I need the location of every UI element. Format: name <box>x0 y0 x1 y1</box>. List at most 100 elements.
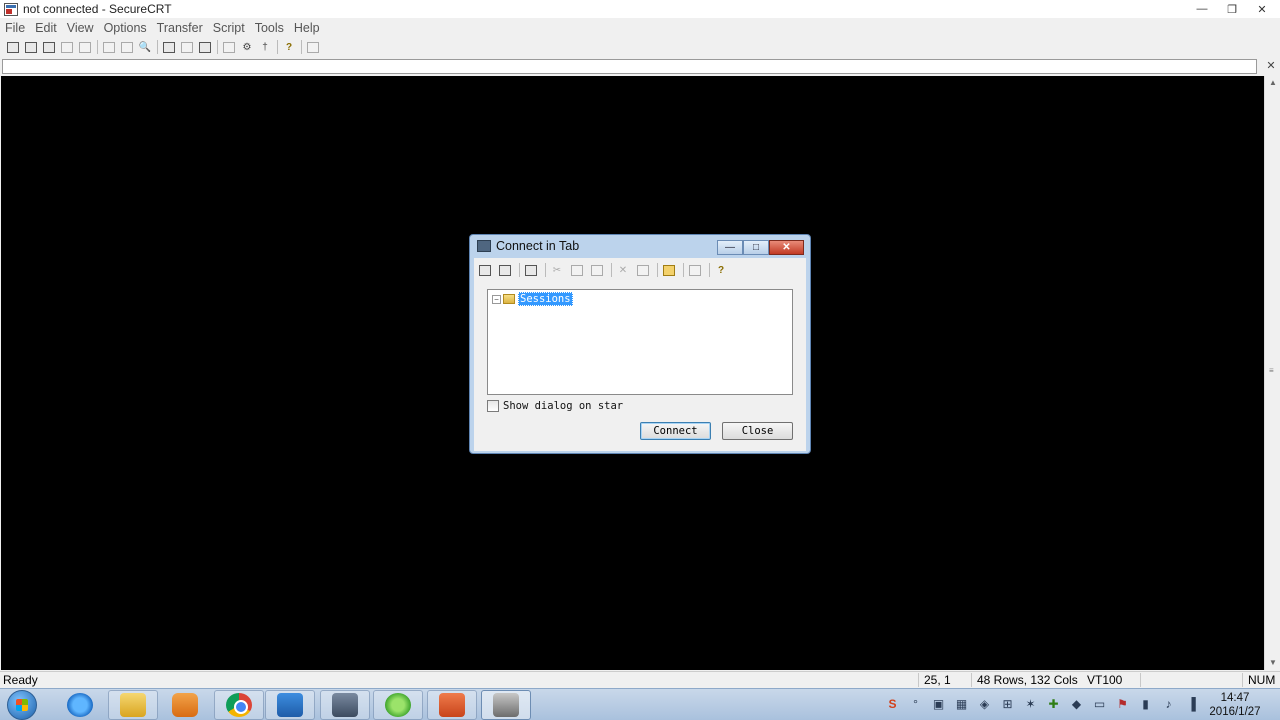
display-icon[interactable]: ▭ <box>1091 695 1108 712</box>
browser-icon[interactable] <box>373 690 423 720</box>
menu-edit[interactable]: Edit <box>35 21 57 35</box>
print-selection-icon[interactable] <box>180 41 194 54</box>
system-tray: S ° ▣ ▦ ◈ ⊞ ✶ ✚ ◆ ▭ ⚑ ▮ ♪ ▐ <box>884 695 1200 712</box>
status-terminal-type: VT100 <box>1087 673 1123 687</box>
properties-icon[interactable] <box>636 264 650 277</box>
toolbar-separator <box>545 263 546 277</box>
close-button[interactable]: ✕ <box>1248 1 1276 17</box>
command-input[interactable] <box>2 59 1257 74</box>
delete-icon[interactable]: ✕ <box>616 264 630 277</box>
quick-connect-icon[interactable] <box>498 264 512 277</box>
tree-item-sessions[interactable]: − Sessions <box>492 292 573 306</box>
action-center-icon[interactable]: ⚑ <box>1114 695 1131 712</box>
show-dialog-checkbox[interactable] <box>487 400 499 412</box>
dialog-close-button[interactable]: ✕ <box>769 240 804 255</box>
tray-pin-icon[interactable]: ° <box>907 695 924 712</box>
toolbar-separator <box>277 40 278 54</box>
session-tree[interactable]: − Sessions <box>487 289 793 395</box>
system-clock[interactable]: 14:47 2016/1/27 <box>1200 691 1270 719</box>
show-dialog-option[interactable]: Show dialog on star <box>487 400 623 412</box>
bluetooth-icon[interactable]: ✶ <box>1022 695 1039 712</box>
tray-app-icon[interactable]: ▣ <box>930 695 947 712</box>
toolbar-separator <box>301 40 302 54</box>
scroll-down-icon[interactable]: ▼ <box>1268 658 1278 668</box>
internet-explorer-icon[interactable] <box>55 690 105 720</box>
dialog-toolbar: ✂ ✕ ? <box>478 261 734 279</box>
menu-help[interactable]: Help <box>294 21 320 35</box>
menu-file[interactable]: File <box>5 21 25 35</box>
sftp-icon[interactable] <box>306 41 320 54</box>
find-icon[interactable]: 🔍 <box>138 41 152 54</box>
connect-icon[interactable] <box>6 41 20 54</box>
scroll-thumb-grip-icon[interactable]: ≡ <box>1269 366 1277 375</box>
show-dialog-checkbox-label[interactable]: Show dialog on star <box>503 400 623 412</box>
connect-icon[interactable] <box>478 264 492 277</box>
new-session-icon[interactable] <box>524 264 538 277</box>
input-method-icon[interactable]: S <box>884 695 901 712</box>
paste-icon[interactable] <box>120 41 134 54</box>
connect-in-tab-dialog: Connect in Tab ― □ ✕ ✂ ✕ ? − Sessions Sh… <box>469 234 811 454</box>
antivirus-icon[interactable]: ◆ <box>1068 695 1085 712</box>
help-icon[interactable]: ? <box>714 264 728 277</box>
global-options-icon[interactable]: ⚙ <box>240 41 254 54</box>
toolbar-separator <box>709 263 710 277</box>
tray-plus-icon[interactable]: ✚ <box>1045 695 1062 712</box>
wifi-signal-icon[interactable]: ▐ <box>1183 695 1200 712</box>
chrome-icon[interactable] <box>214 690 264 720</box>
tree-item-label[interactable]: Sessions <box>518 292 573 306</box>
outlook-icon[interactable] <box>265 690 315 720</box>
print-setup-icon[interactable] <box>198 41 212 54</box>
dialog-maximize-button[interactable]: □ <box>743 240 769 255</box>
session-options-icon[interactable] <box>222 41 236 54</box>
power-icon[interactable]: ▮ <box>1137 695 1154 712</box>
menu-tools[interactable]: Tools <box>255 21 284 35</box>
new-folder-icon[interactable] <box>662 264 676 277</box>
securecrt-icon[interactable] <box>481 690 531 720</box>
paste-icon[interactable] <box>590 264 604 277</box>
collapse-icon[interactable]: − <box>492 294 501 304</box>
security-shield-icon[interactable]: ◈ <box>976 695 993 712</box>
keymap-icon[interactable]: † <box>258 41 272 54</box>
menu-script[interactable]: Script <box>213 21 245 35</box>
media-player-icon[interactable] <box>160 690 210 720</box>
menu-options[interactable]: Options <box>104 21 147 35</box>
window-controls: ― ❐ ✕ <box>1188 1 1276 17</box>
menu-transfer[interactable]: Transfer <box>157 21 203 35</box>
connect-in-tab-icon[interactable] <box>42 41 56 54</box>
dialog-window-controls: ― □ ✕ <box>717 240 804 255</box>
help-icon[interactable]: ? <box>282 41 296 54</box>
cut-icon[interactable]: ✂ <box>550 264 564 277</box>
disconnect-icon[interactable] <box>78 41 92 54</box>
close-command-bar-icon[interactable]: ✕ <box>1265 60 1277 72</box>
file-explorer-icon[interactable] <box>108 690 158 720</box>
restore-button[interactable]: ❐ <box>1218 1 1246 17</box>
menu-bar: File Edit View Options Transfer Script T… <box>0 18 1280 37</box>
toolbar-separator <box>217 40 218 54</box>
menu-view[interactable]: View <box>67 21 94 35</box>
vertical-scrollbar[interactable]: ▲ ≡ ▼ <box>1264 76 1280 670</box>
reconnect-icon[interactable] <box>60 41 74 54</box>
dialog-minimize-button[interactable]: ― <box>717 240 743 255</box>
toolbar-separator <box>683 263 684 277</box>
scroll-up-icon[interactable]: ▲ <box>1268 78 1278 88</box>
print-icon[interactable] <box>162 41 176 54</box>
command-bar: ✕ <box>0 58 1280 75</box>
desktop-shortcut-icon[interactable] <box>688 264 702 277</box>
securecrt-app-icon[interactable] <box>4 2 18 16</box>
toolbar-separator <box>519 263 520 277</box>
volume-muted-icon[interactable]: ♪ <box>1160 695 1177 712</box>
copy-icon[interactable] <box>570 264 584 277</box>
minimize-button[interactable]: ― <box>1188 1 1216 17</box>
copy-icon[interactable] <box>102 41 116 54</box>
connect-button[interactable]: Connect <box>640 422 711 440</box>
status-num-lock: NUM <box>1248 673 1276 687</box>
close-dialog-button[interactable]: Close <box>722 422 793 440</box>
toolbar-separator <box>611 263 612 277</box>
network-app-icon[interactable]: ▦ <box>953 695 970 712</box>
windows-icon[interactable]: ⊞ <box>999 695 1016 712</box>
lock-app-icon[interactable] <box>320 690 370 720</box>
quick-connect-icon[interactable] <box>24 41 38 54</box>
dialog-body: ✂ ✕ ? − Sessions Show dialog on star Con… <box>474 258 806 451</box>
powerpoint-icon[interactable] <box>427 690 477 720</box>
start-button[interactable] <box>7 690 37 720</box>
